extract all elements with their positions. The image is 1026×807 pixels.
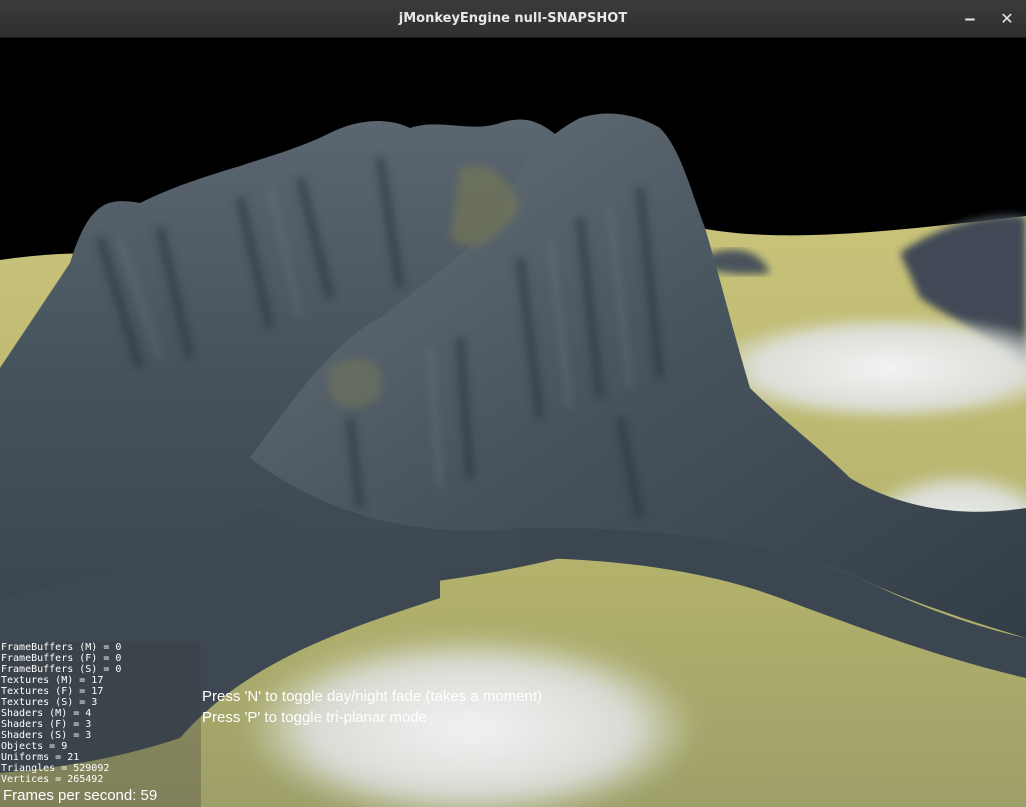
- hint-day-night: Press 'N' to toggle day/night fade (take…: [202, 688, 543, 705]
- stat-line: Shaders (S) = 3: [1, 730, 92, 741]
- title-bar[interactable]: jMonkeyEngine null-SNAPSHOT ‒ ✕: [0, 0, 1026, 38]
- stats-panel: FrameBuffers (M) = 0 FrameBuffers (F) = …: [0, 642, 201, 807]
- stat-line: Textures (F) = 17: [1, 686, 104, 697]
- stat-line: Triangles = 529092: [1, 763, 110, 774]
- stat-line: Uniforms = 21: [1, 752, 80, 763]
- stat-line: Shaders (M) = 4: [1, 708, 92, 719]
- stat-line: Textures (S) = 3: [1, 697, 98, 708]
- minimize-icon[interactable]: ‒: [958, 7, 982, 31]
- stat-line: Textures (M) = 17: [1, 675, 104, 686]
- window-title: jMonkeyEngine null-SNAPSHOT: [398, 11, 628, 26]
- stat-line: Vertices = 265492: [1, 774, 104, 785]
- hint-triplanar: Press 'P' to toggle tri-planar mode: [202, 709, 427, 726]
- stat-line: Objects = 9: [1, 741, 68, 752]
- fps-counter: Frames per second: 59: [3, 787, 158, 804]
- stat-line: Shaders (F) = 3: [1, 719, 92, 730]
- stat-line: FrameBuffers (F) = 0: [1, 653, 122, 664]
- close-icon[interactable]: ✕: [995, 7, 1019, 31]
- stat-line: FrameBuffers (S) = 0: [1, 664, 122, 675]
- app-window: jMonkeyEngine null-SNAPSHOT ‒ ✕ FrameBuf…: [0, 0, 1026, 807]
- stat-line: FrameBuffers (M) = 0: [1, 642, 122, 653]
